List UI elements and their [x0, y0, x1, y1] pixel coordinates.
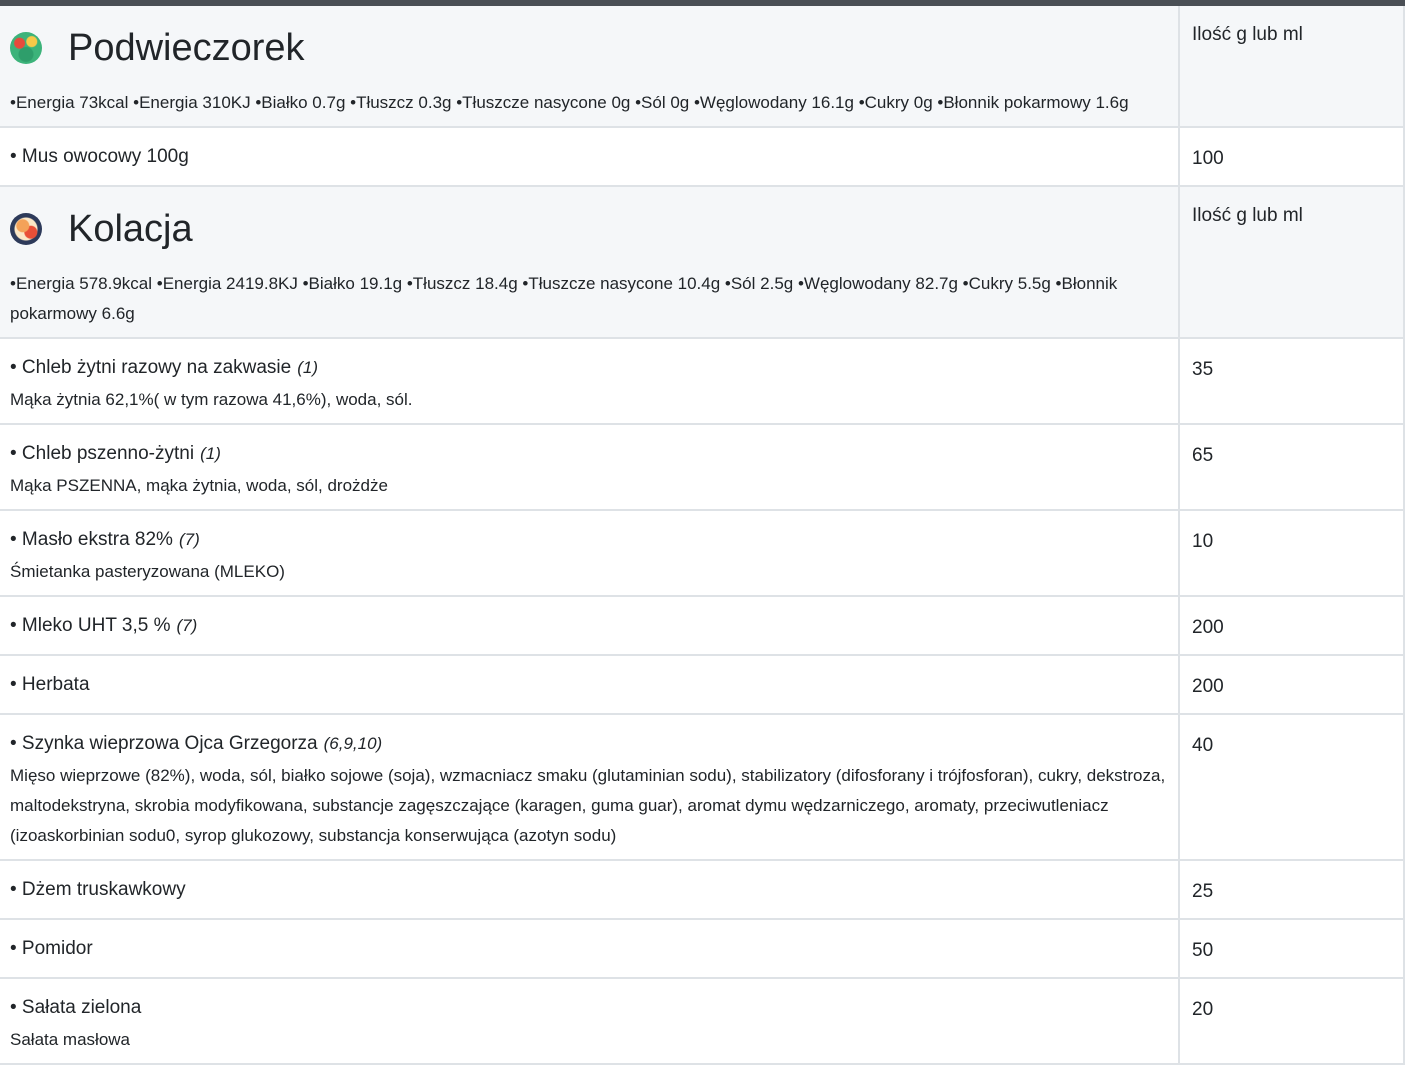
item-qty: 40	[1179, 714, 1405, 861]
podwieczorek-meal-icon	[10, 32, 42, 64]
allergen-codes: (6,9,10)	[323, 734, 383, 753]
item-name: • Sałata zielona	[10, 997, 142, 1018]
table-row: • Herbata 200	[0, 655, 1405, 715]
item-qty: 50	[1179, 919, 1405, 979]
item-name: • Dżem truskawkowy	[10, 879, 186, 900]
item-qty: 10	[1179, 510, 1405, 597]
meal-header-row: Podwieczorek •Energia 73kcal •Energia 31…	[0, 6, 1405, 128]
item-qty: 200	[1179, 596, 1405, 656]
item-name: • Szynka wieprzowa Ojca Grzegorza (6,9,10…	[10, 733, 383, 754]
table-row: • Szynka wieprzowa Ojca Grzegorza (6,9,10…	[0, 714, 1405, 861]
table-row: • Chleb żytni razowy na zakwasie (1) Mąka…	[0, 338, 1405, 425]
item-ingredients: Mąka żytnia 62,1%( w tym razowa 41,6%), …	[10, 390, 413, 409]
meal-nutrition-summary: •Energia 73kcal •Energia 310KJ •Białko 0…	[10, 93, 1129, 112]
item-ingredients: Sałata masłowa	[10, 1030, 131, 1049]
meal-name-cell: Kolacja •Energia 578.9kcal •Energia 2419…	[0, 186, 1180, 339]
table-row: • Mus owocowy 100g 100	[0, 127, 1405, 187]
allergen-codes: (7)	[176, 616, 198, 635]
item-qty: 100	[1179, 127, 1405, 187]
meal-title: Kolacja	[68, 208, 193, 250]
allergen-codes: (1)	[297, 358, 318, 377]
item-qty: 200	[1179, 655, 1405, 715]
meal-plan-table: Podwieczorek •Energia 73kcal •Energia 31…	[0, 6, 1405, 1065]
item-qty: 35	[1179, 338, 1405, 425]
item-name: • Masło ekstra 82% (7)	[10, 529, 200, 550]
item-name: • Mus owocowy 100g	[10, 146, 189, 167]
item-qty: 20	[1179, 978, 1405, 1065]
item-ingredients: Mięso wieprzowe (82%), woda, sól, białko…	[10, 766, 1166, 845]
item-qty: 25	[1179, 860, 1405, 920]
table-row: • Mleko UHT 3,5 % (7) 200	[0, 596, 1405, 656]
item-name: • Mleko UHT 3,5 % (7)	[10, 615, 198, 636]
item-name: • Chleb żytni razowy na zakwasie (1)	[10, 357, 318, 378]
table-row: • Sałata zielona Sałata masłowa 20	[0, 978, 1405, 1065]
table-row: • Pomidor 50	[0, 919, 1405, 979]
meal-nutrition-summary: •Energia 578.9kcal •Energia 2419.8KJ •Bi…	[10, 274, 1118, 323]
qty-header: Ilość g lub ml	[1179, 186, 1405, 339]
qty-header: Ilość g lub ml	[1179, 6, 1405, 128]
table-row: • Dżem truskawkowy 25	[0, 860, 1405, 920]
item-name: • Chleb pszenno-żytni (1)	[10, 443, 221, 464]
table-row: • Masło ekstra 82% (7) Śmietanka pasteryz…	[0, 510, 1405, 597]
item-ingredients: Śmietanka pasteryzowana (MLEKO)	[10, 562, 285, 581]
item-name: • Pomidor	[10, 938, 93, 959]
table-row: • Chleb pszenno-żytni (1) Mąka PSZENNA, m…	[0, 424, 1405, 511]
allergen-codes: (1)	[200, 444, 221, 463]
item-qty: 65	[1179, 424, 1405, 511]
meal-title: Podwieczorek	[68, 27, 305, 69]
meal-name-cell: Podwieczorek •Energia 73kcal •Energia 31…	[0, 6, 1180, 128]
item-name: • Herbata	[10, 674, 90, 695]
item-ingredients: Mąka PSZENNA, mąka żytnia, woda, sól, dr…	[10, 476, 388, 495]
kolacja-meal-icon	[10, 213, 42, 245]
allergen-codes: (7)	[178, 530, 200, 549]
meal-header-row: Kolacja •Energia 578.9kcal •Energia 2419…	[0, 186, 1405, 339]
